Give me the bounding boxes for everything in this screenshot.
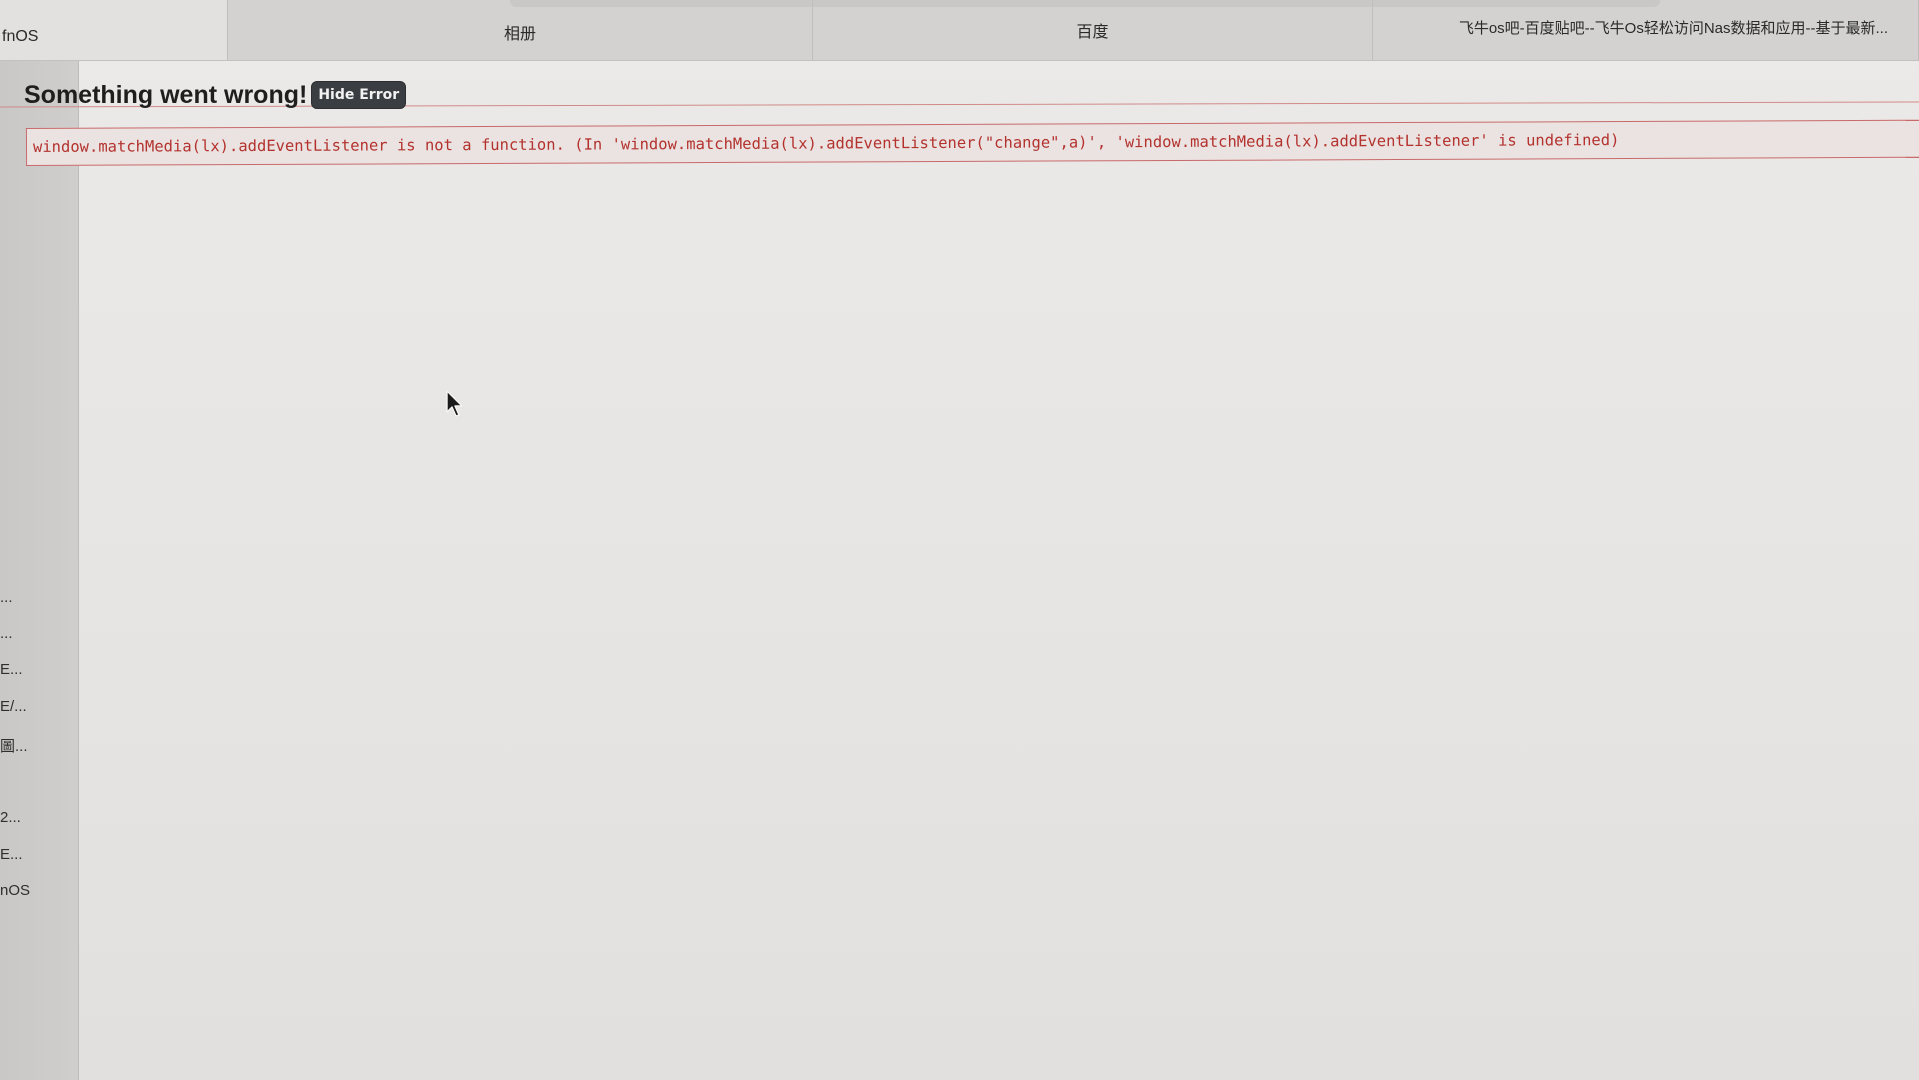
error-overlay: Something went wrong! Hide Error window.…: [18, 72, 1919, 166]
tab-album[interactable]: 相册: [228, 0, 813, 60]
error-message: window.matchMedia(lx).addEventListener i…: [32, 131, 1620, 156]
tab-label: 相册: [503, 26, 536, 43]
sidebar-item[interactable]: E...: [0, 661, 23, 678]
screen: fnOS 相册 百度 飞牛os吧-百度贴吧--飞牛Os轻松访问Nas数据和应用-…: [0, 0, 1919, 1080]
sidebar-item[interactable]: ...: [0, 589, 13, 606]
tab-label: 飞牛os吧-百度贴吧--飞牛Os轻松访问Nas数据和应用--基于最新...: [1458, 19, 1888, 37]
tab-fnos[interactable]: fnOS: [0, 0, 228, 60]
sidebar-item[interactable]: nOS: [0, 882, 30, 899]
sidebar-item[interactable]: E/...: [0, 698, 27, 715]
tab-label: fnOS: [2, 28, 39, 45]
error-title: Something went wrong!: [24, 80, 308, 109]
tab-feiniu-forum[interactable]: 飞牛os吧-百度贴吧--飞牛Os轻松访问Nas数据和应用--基于最新...: [1373, 0, 1919, 60]
error-message-box: window.matchMedia(lx).addEventListener i…: [25, 119, 1919, 166]
sidebar-item[interactable]: 2...: [0, 809, 21, 826]
tab-label: 百度: [1076, 24, 1109, 41]
tab-baidu[interactable]: 百度: [813, 0, 1373, 60]
error-header: Something went wrong! Hide Error: [18, 72, 1919, 118]
sidebar-item[interactable]: E...: [0, 846, 23, 863]
browser-tab-bar: fnOS 相册 百度 飞牛os吧-百度贴吧--飞牛Os轻松访问Nas数据和应用-…: [0, 0, 1919, 61]
sidebar: ... ... E... E/... 圖... 2... E... nOS: [0, 61, 79, 1080]
hide-error-button[interactable]: Hide Error: [311, 81, 407, 109]
sidebar-item[interactable]: ...: [0, 625, 13, 642]
mouse-pointer-icon: [446, 390, 463, 417]
sidebar-item[interactable]: 圖...: [0, 735, 28, 756]
